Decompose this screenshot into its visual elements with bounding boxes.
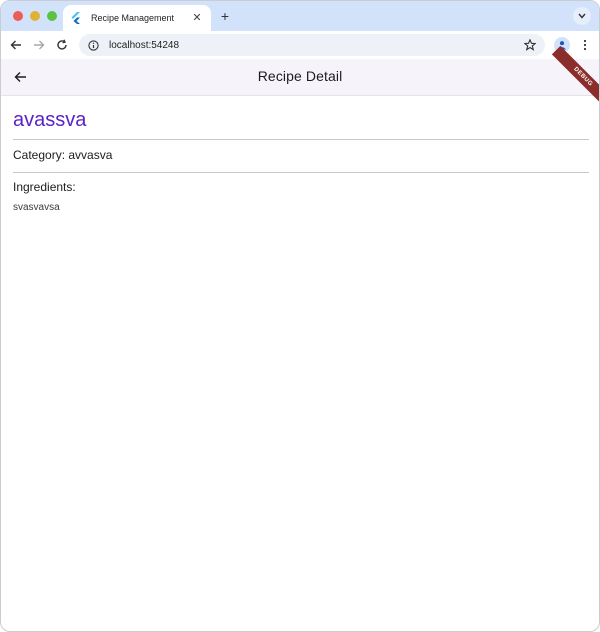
minimize-window-button[interactable] [30, 11, 40, 21]
recipe-name: avassva [13, 109, 87, 131]
page-title: Recipe Detail [257, 68, 343, 84]
tab-recipe-management[interactable]: Recipe Management ✕ [63, 5, 211, 31]
recipe-category: Category: avvasva [13, 148, 113, 162]
ingredients-text: svasvavsa [13, 202, 60, 213]
arrow-left-icon[interactable] [7, 36, 25, 54]
chevron-down-icon[interactable] [573, 7, 591, 25]
kebab-icon[interactable] [579, 37, 591, 53]
arrow-right-icon[interactable] [30, 36, 48, 54]
divider [13, 139, 589, 140]
tab-title: Recipe Management [91, 13, 175, 23]
plus-icon[interactable]: + [217, 8, 233, 24]
window-controls [13, 11, 57, 21]
info-icon[interactable] [87, 39, 99, 51]
maximize-window-button[interactable] [47, 11, 57, 21]
divider [13, 172, 589, 173]
close-icon[interactable]: ✕ [191, 12, 203, 24]
tab-strip: Recipe Management ✕ + [1, 1, 599, 31]
reload-icon[interactable] [53, 36, 71, 54]
browser-toolbar: localhost:54248 [1, 31, 599, 59]
app-bar: Recipe Detail DEBUG [1, 45, 599, 109]
ingredients-heading: Ingredients: [13, 180, 76, 194]
url-text: localhost:54248 [109, 39, 180, 51]
flutter-icon [71, 12, 83, 24]
browser-window: Recipe Management ✕ + localhost:54248 Re… [0, 0, 600, 632]
star-icon[interactable] [523, 38, 537, 52]
address-bar[interactable]: localhost:54248 [79, 34, 545, 56]
close-window-button[interactable] [13, 11, 23, 21]
